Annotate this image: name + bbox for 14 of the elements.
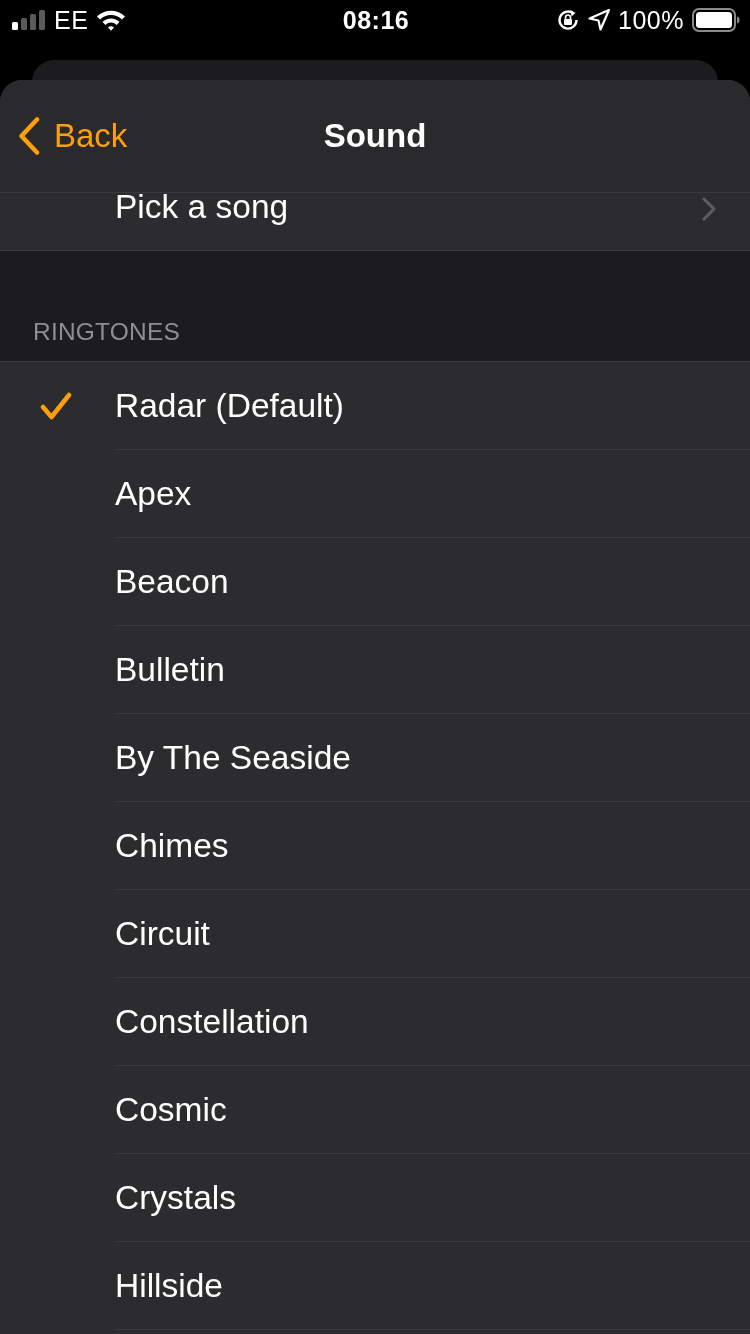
rotation-lock-icon <box>556 8 581 32</box>
section-header: RINGTONES <box>33 318 180 346</box>
carrier-label: EE <box>54 5 89 35</box>
signal-icon <box>12 10 46 30</box>
back-button[interactable]: Back <box>0 117 128 155</box>
battery-icon <box>692 8 740 32</box>
back-chevron-icon <box>18 117 40 155</box>
status-time: 08:16 <box>342 5 410 35</box>
battery-percentage: 100% <box>618 5 684 35</box>
wifi-icon <box>96 9 127 31</box>
pick-song-row[interactable]: Pick a song <box>0 193 750 251</box>
chevron-right-icon <box>702 197 716 221</box>
screen-title: Sound <box>323 117 427 155</box>
location-arrow-icon <box>588 9 611 31</box>
